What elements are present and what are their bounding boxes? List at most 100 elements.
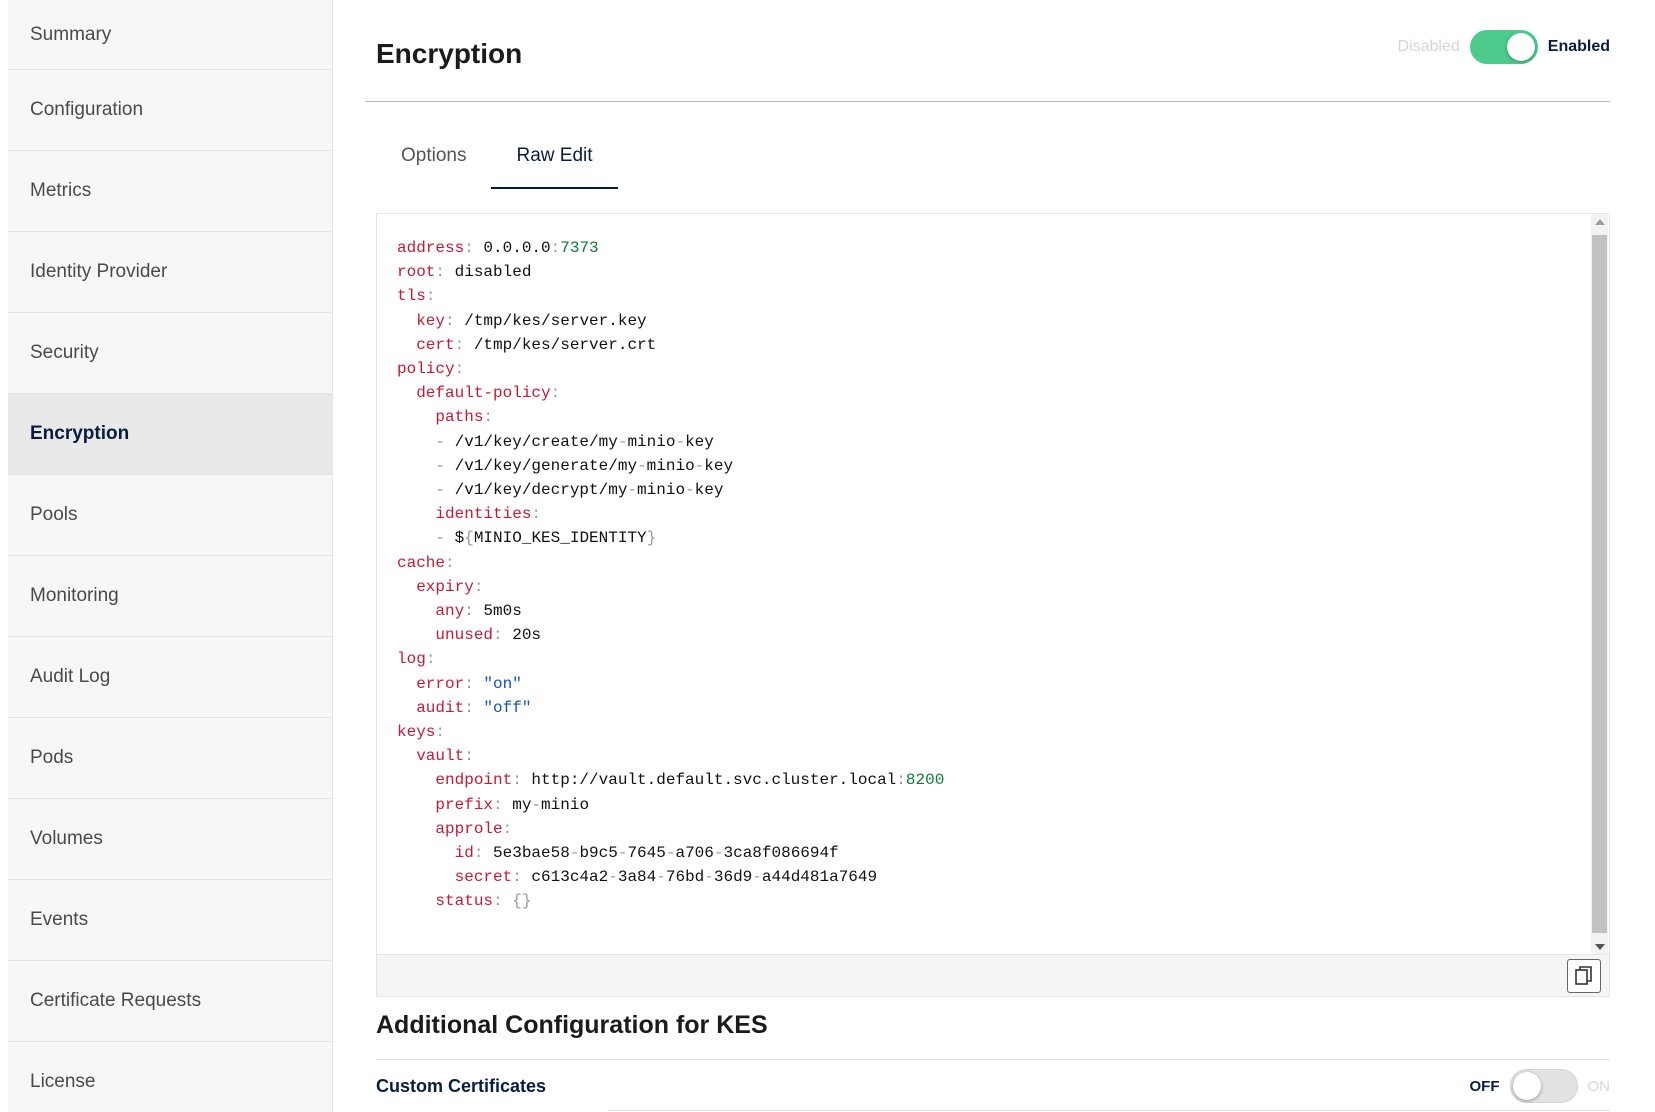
code-line: keys: <box>397 720 944 744</box>
code-token: - <box>435 456 455 475</box>
sidebar-item-label: Configuration <box>30 99 144 120</box>
sidebar-item-pods[interactable]: Pods <box>8 718 332 799</box>
scrollbar-thumb[interactable] <box>1592 235 1607 933</box>
code-token: : <box>425 287 436 306</box>
code-token: disabled <box>454 263 532 282</box>
copy-icon <box>1575 966 1592 985</box>
sidebar-item-security[interactable]: Security <box>8 313 332 394</box>
sidebar-item-summary[interactable]: Summary <box>8 0 332 70</box>
code-token: keys <box>397 723 436 742</box>
scroll-up-arrow-icon[interactable] <box>1595 219 1605 225</box>
code-token: - <box>685 481 695 500</box>
code-line: cache: <box>397 551 944 575</box>
editor-footer <box>377 954 1609 996</box>
toggle-on-label: Enabled <box>1547 38 1610 55</box>
sidebar: Summary Configuration Metrics Identity P… <box>8 0 333 1112</box>
code-line: default-policy: <box>397 381 944 405</box>
code-line: endpoint: http://vault.default.svc.clust… <box>397 768 944 792</box>
toggle-knob <box>1512 1072 1541 1100</box>
code-token: : <box>493 795 513 814</box>
code-token: : <box>550 384 561 403</box>
code-line: - /v1/key/decrypt/my-minio-key <box>397 478 944 502</box>
code-token: my <box>512 795 532 814</box>
yaml-editor[interactable]: address: 0.0.0.0:7373 root: disabled tls: … <box>376 213 1610 997</box>
code-token: 5e3bae58 <box>493 844 570 863</box>
code-token: { <box>464 529 474 548</box>
code-token: : <box>896 771 906 790</box>
code-token: - <box>569 844 580 863</box>
code-line: id: 5e3bae58-b9c5-7645-a706-3ca8f086694f <box>397 841 944 865</box>
code-token: $ <box>454 529 465 548</box>
code-token: - <box>531 795 542 814</box>
encryption-toggle[interactable] <box>1469 30 1538 64</box>
code-line: audit: "off" <box>397 696 944 720</box>
sidebar-item-audit-log[interactable]: Audit Log <box>8 637 332 718</box>
sidebar-item-certificate-requests[interactable]: Certificate Requests <box>8 961 332 1042</box>
code-token: identities <box>435 505 532 524</box>
code-token: minio <box>541 795 590 814</box>
code-token: endpoint <box>435 771 513 790</box>
code-token: cert <box>416 335 455 354</box>
sidebar-item-configuration[interactable]: Configuration <box>8 70 332 151</box>
custom-certificates-toggle[interactable] <box>1509 1069 1578 1103</box>
code-token: key <box>416 311 446 330</box>
code-token: : <box>483 408 494 427</box>
sidebar-item-metrics[interactable]: Metrics <box>8 151 332 232</box>
code-token: - <box>435 481 455 500</box>
code-token: "off" <box>483 698 532 717</box>
editor-scrollbar[interactable] <box>1591 214 1608 955</box>
code-token: expiry <box>416 577 474 596</box>
code-line: expiry: <box>397 575 944 599</box>
code-token: : <box>464 674 484 693</box>
code-token: tls <box>397 287 426 306</box>
sidebar-item-pools[interactable]: Pools <box>8 475 332 556</box>
code-token: "on" <box>483 674 522 693</box>
code-token: a44d481a7649 <box>761 868 878 887</box>
tab-options[interactable]: Options <box>376 132 491 189</box>
sidebar-item-identity-provider[interactable]: Identity Provider <box>8 232 332 313</box>
code-token: MINIO_KES_IDENTITY <box>473 529 647 548</box>
code-line: status: {} <box>397 889 944 913</box>
sidebar-item-events[interactable]: Events <box>8 880 332 961</box>
tab-raw-edit[interactable]: Raw Edit <box>491 132 618 189</box>
sidebar-item-label: Certificate Requests <box>30 990 202 1011</box>
sidebar-item-label: Pools <box>30 504 78 525</box>
copy-button[interactable] <box>1567 959 1601 993</box>
sidebar-item-monitoring[interactable]: Monitoring <box>8 556 332 637</box>
toggle-off-label: Disabled <box>1397 38 1460 55</box>
sidebar-item-volumes[interactable]: Volumes <box>8 799 332 880</box>
code-line: - ${MINIO_KES_IDENTITY} <box>397 526 944 550</box>
scroll-down-arrow-icon[interactable] <box>1595 944 1605 950</box>
code-line: vault: <box>397 744 944 768</box>
code-token: - <box>694 456 705 475</box>
page-title: Encryption <box>376 38 523 69</box>
sidebar-item-label: Identity Provider <box>30 261 168 282</box>
code-token: - <box>752 868 762 887</box>
code-token: 3a84 <box>617 868 657 887</box>
code-token: approle <box>435 819 503 838</box>
sidebar-item-label: Summary <box>30 23 112 45</box>
custom-certificates-toggle-group: OFF ON <box>1470 1069 1610 1103</box>
code-token: - <box>608 868 618 887</box>
sidebar-item-encryption[interactable]: Encryption <box>8 394 332 475</box>
sidebar-item-license[interactable]: License <box>8 1042 332 1112</box>
encryption-toggle-group: Disabled Enabled <box>1397 30 1610 64</box>
yaml-code[interactable]: address: 0.0.0.0:7373 root: disabled tls: … <box>397 236 944 914</box>
code-token: key <box>685 432 714 451</box>
main-content: Encryption Disabled Enabled Options Raw … <box>365 0 1610 1112</box>
code-token: /v1/key/decrypt/my <box>454 481 628 500</box>
code-token: log <box>397 650 426 669</box>
header-divider <box>365 101 1610 102</box>
code-token: 20s <box>512 626 542 645</box>
code-token: minio <box>646 456 695 475</box>
code-token: address <box>397 239 465 257</box>
